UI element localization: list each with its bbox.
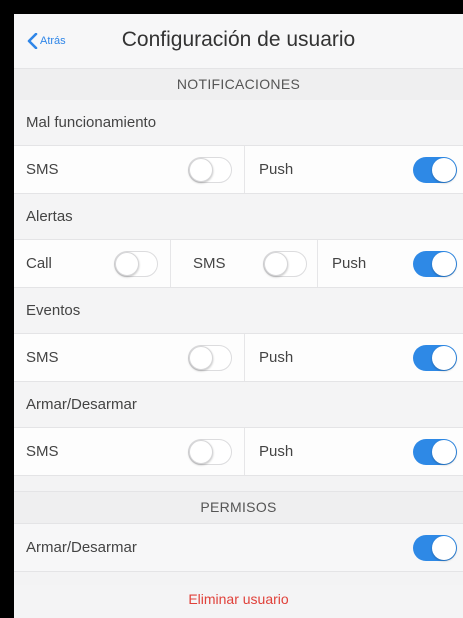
arm-disarm-push-toggle[interactable] (413, 438, 457, 465)
arm-disarm-sms-toggle[interactable] (188, 438, 232, 465)
permission-arm-disarm-label: Armar/Desarmar (26, 539, 137, 556)
alerts-call-label: Call (26, 255, 52, 272)
alerts-push-cell: Push (317, 240, 463, 287)
notifications-section-header: NOTIFICACIONES (14, 68, 463, 101)
events-push-label: Push (259, 349, 294, 366)
malfunction-push-label: Push (259, 161, 294, 178)
toggle-knob (432, 157, 456, 182)
malfunction-sms-toggle[interactable] (188, 156, 232, 183)
malfunction-sms-label: SMS (26, 161, 59, 178)
alerts-push-label: Push (332, 255, 367, 272)
toggle-knob (432, 439, 456, 464)
arm-disarm-sms-cell: SMS (14, 428, 244, 475)
arm-disarm-sms-label: SMS (26, 443, 59, 460)
events-sms-toggle[interactable] (188, 344, 232, 371)
events-sms-cell: SMS (14, 334, 244, 381)
permission-arm-disarm-cell: Armar/Desarmar (14, 524, 463, 571)
toggle-knob (432, 345, 456, 370)
alerts-call-cell: Call (14, 240, 170, 287)
events-push-toggle[interactable] (413, 344, 457, 371)
alerts-sms-toggle[interactable] (263, 250, 307, 277)
toggle-knob (189, 345, 213, 370)
malfunction-sms-cell: SMS (14, 146, 244, 193)
toggle-knob (189, 439, 213, 464)
toggle-knob (432, 251, 456, 276)
alerts-row: Call SMS Push (14, 239, 463, 288)
malfunction-group-label: Mal funcionamiento (14, 100, 463, 145)
alerts-sms-cell: SMS (170, 240, 317, 287)
events-sms-label: SMS (26, 349, 59, 366)
navigation-bar: Atrás Configuración de usuario (14, 14, 463, 69)
arm-disarm-row: SMS Push (14, 427, 463, 476)
events-row: SMS Push (14, 333, 463, 382)
permission-arm-disarm-toggle[interactable] (413, 534, 457, 561)
user-settings-screen: Atrás Configuración de usuario NOTIFICAC… (14, 14, 463, 618)
permissions-section-header: PERMISOS (14, 491, 463, 524)
delete-user-button[interactable]: Eliminar usuario (14, 585, 463, 618)
page-title: Configuración de usuario (121, 28, 356, 51)
alerts-sms-label: SMS (193, 255, 226, 272)
malfunction-push-cell: Push (244, 146, 463, 193)
events-group-label: Eventos (14, 288, 463, 333)
alerts-group-label: Alertas (14, 194, 463, 239)
alerts-push-toggle[interactable] (413, 250, 457, 277)
arm-disarm-push-cell: Push (244, 428, 463, 475)
toggle-knob (264, 251, 288, 276)
toggle-knob (115, 251, 139, 276)
permission-arm-disarm-row: Armar/Desarmar (14, 523, 463, 572)
alerts-call-toggle[interactable] (114, 250, 158, 277)
arm-disarm-group-label: Armar/Desarmar (14, 382, 463, 427)
toggle-knob (189, 157, 213, 182)
malfunction-row: SMS Push (14, 145, 463, 194)
toggle-knob (432, 535, 456, 560)
events-push-cell: Push (244, 334, 463, 381)
malfunction-push-toggle[interactable] (413, 156, 457, 183)
arm-disarm-push-label: Push (259, 443, 294, 460)
